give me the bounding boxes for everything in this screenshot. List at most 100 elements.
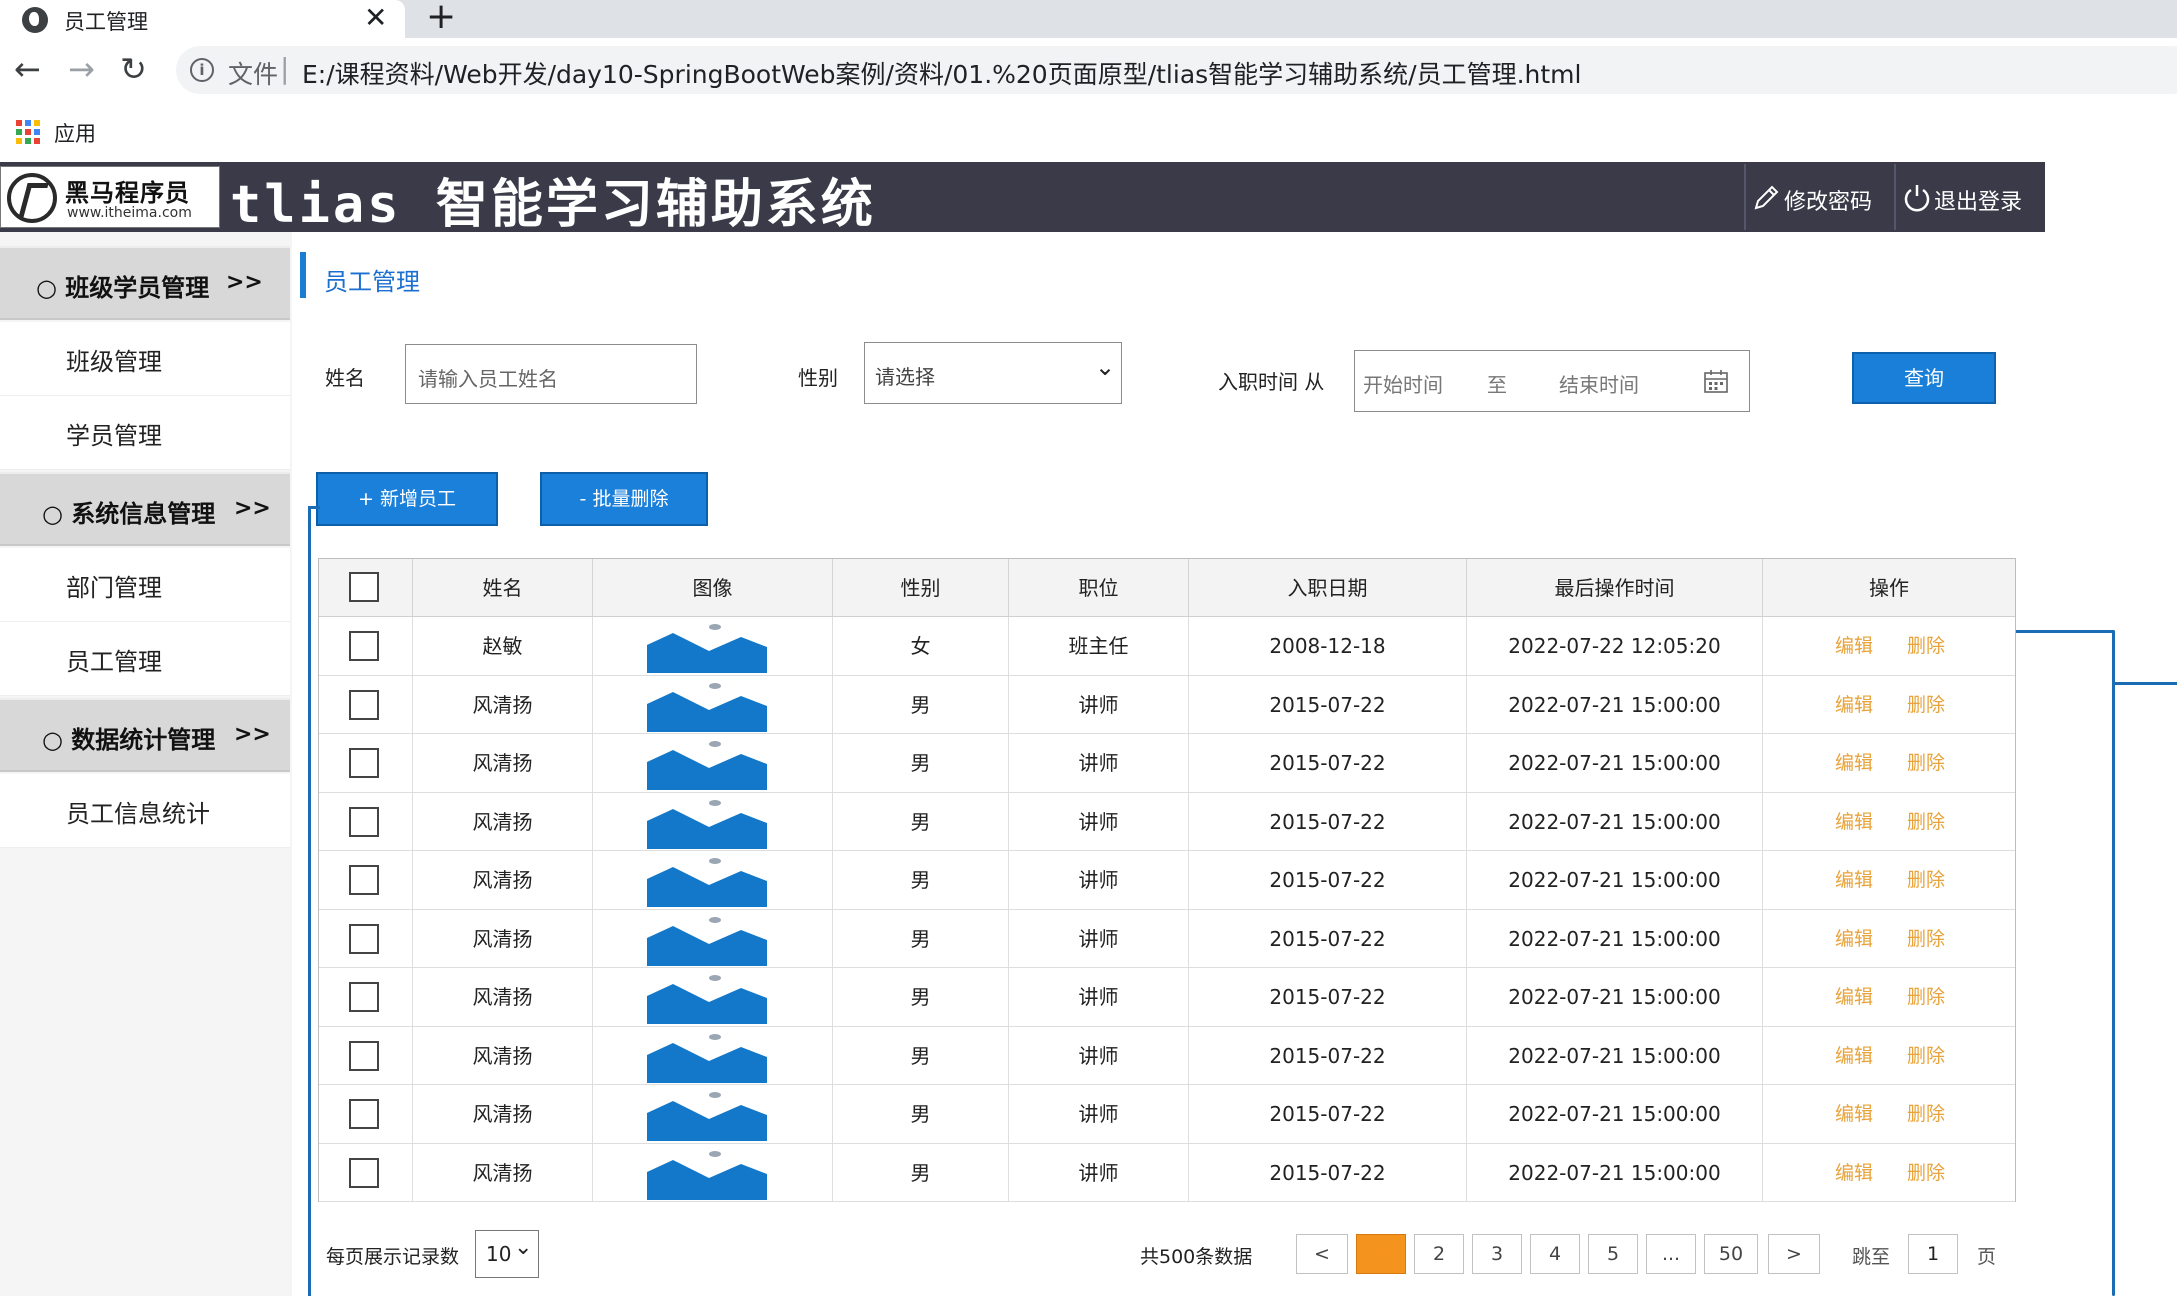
cell-actions: 编辑 删除 <box>1763 676 2015 735</box>
delete-link[interactable]: 删除 <box>1907 1144 1945 1202</box>
column-header-hire-date[interactable]: 入职日期 <box>1189 559 1467 617</box>
cell-hire-date: 2008-12-18 <box>1189 617 1467 676</box>
sidebar-group-statistics[interactable]: ○ 数据统计管理 >> <box>0 698 290 772</box>
cell-image <box>593 617 833 676</box>
browser-tab[interactable]: 员工管理 ✕ <box>0 0 405 38</box>
sidebar-item-employee-statistics[interactable]: 员工信息统计 <box>0 774 290 848</box>
address-bar[interactable]: i 文件 | E:/课程资料/Web开发/day10-SpringBootWeb… <box>176 46 2177 94</box>
cell-select <box>319 909 413 968</box>
edit-link[interactable]: 编辑 <box>1835 676 1873 734</box>
sidebar-item-label: 部门管理 <box>66 574 162 602</box>
back-arrow-icon[interactable]: ← <box>14 50 41 88</box>
table-row: 风清扬男讲师 2015-07-22 2022-07-21 15:00:00 编辑 删除 <box>319 734 2015 793</box>
row-checkbox[interactable] <box>349 982 379 1012</box>
logout-button[interactable]: 退出登录 <box>1894 164 2044 230</box>
sidebar-item-student-management[interactable]: 学员管理 <box>0 396 290 470</box>
cell-name: 风清扬 <box>413 734 593 793</box>
row-checkbox[interactable] <box>349 689 379 720</box>
row-checkbox[interactable] <box>349 1099 379 1129</box>
page-button[interactable]: 4 <box>1530 1234 1580 1274</box>
edit-link[interactable]: 编辑 <box>1835 910 1873 968</box>
add-employee-button[interactable]: + 新增员工 <box>316 472 498 526</box>
column-header-updated[interactable]: 最后操作时间 <box>1467 559 1763 617</box>
sidebar-item-class-management[interactable]: 班级管理 <box>0 322 290 396</box>
column-header-position[interactable]: 职位 <box>1009 559 1189 617</box>
prev-page-button[interactable]: < <box>1296 1234 1348 1274</box>
close-tab-icon[interactable]: ✕ <box>364 1 387 34</box>
delete-link[interactable]: 删除 <box>1907 1085 1945 1143</box>
delete-link[interactable]: 删除 <box>1907 676 1945 734</box>
row-checkbox[interactable] <box>349 1157 379 1188</box>
sidebar-group-class-students[interactable]: ○ 班级学员管理 >> <box>0 246 290 320</box>
delete-link[interactable]: 删除 <box>1907 968 1945 1026</box>
table-row: 风清扬男讲师 2015-07-22 2022-07-21 15:00:00 编辑 删除 <box>319 675 2015 735</box>
name-filter-input[interactable]: 请输入员工姓名 <box>405 344 697 404</box>
cell-position: 讲师 <box>1009 909 1189 968</box>
page-ellipsis: ... <box>1646 1234 1696 1274</box>
page-button[interactable]: 3 <box>1472 1234 1522 1274</box>
page-button[interactable]: 1 <box>1356 1234 1406 1274</box>
cell-image <box>593 734 833 793</box>
forward-arrow-icon[interactable]: → <box>68 50 95 88</box>
sidebar-item-department-management[interactable]: 部门管理 <box>0 548 290 622</box>
batch-delete-button[interactable]: - 批量删除 <box>540 472 708 526</box>
table-row: 赵敏女班主任 2008-12-18 2022-07-22 12:05:20 编辑 删除 <box>319 617 2015 676</box>
jump-page-input[interactable]: 1 <box>1908 1234 1958 1274</box>
edit-link[interactable]: 编辑 <box>1835 734 1873 792</box>
edit-link[interactable]: 编辑 <box>1835 1085 1873 1143</box>
edit-link[interactable]: 编辑 <box>1835 1144 1873 1202</box>
cell-hire-date: 2015-07-22 <box>1189 1026 1467 1085</box>
page-button[interactable]: 50 <box>1704 1234 1758 1274</box>
row-checkbox[interactable] <box>349 748 379 778</box>
new-tab-button[interactable]: + <box>426 0 456 37</box>
row-checkbox[interactable] <box>349 806 379 837</box>
employee-photo-icon <box>647 916 767 966</box>
gender-filter-select[interactable]: 请选择 ⌄ <box>864 342 1122 404</box>
delete-link[interactable]: 删除 <box>1907 851 1945 909</box>
column-header-name[interactable]: 姓名 <box>413 559 593 617</box>
apps-grid-icon[interactable] <box>16 120 40 144</box>
change-password-button[interactable]: 修改密码 <box>1744 164 1892 230</box>
edit-link[interactable]: 编辑 <box>1835 617 1873 675</box>
page-button[interactable]: 2 <box>1414 1234 1464 1274</box>
edit-link[interactable]: 编辑 <box>1835 968 1873 1026</box>
bracket-line <box>308 508 311 1296</box>
table-row: 风清扬男讲师 2015-07-22 2022-07-21 15:00:00 编辑 删除 <box>319 909 2015 968</box>
edit-link[interactable]: 编辑 <box>1835 793 1873 851</box>
row-checkbox[interactable] <box>349 865 379 895</box>
sidebar-item-label: 员工信息统计 <box>66 800 210 828</box>
app-title: tlias 智能学习辅助系统 <box>230 175 876 235</box>
select-all-checkbox[interactable] <box>349 572 379 602</box>
hire-date-range-picker[interactable]: 开始时间 至 结束时间 <box>1354 350 1750 412</box>
sidebar-group-system-info[interactable]: ○ 系统信息管理 >> <box>0 472 290 546</box>
page-button[interactable]: 5 <box>1588 1234 1638 1274</box>
start-date-placeholder[interactable]: 开始时间 <box>1363 369 1443 398</box>
delete-link[interactable]: 删除 <box>1907 1027 1945 1085</box>
edit-link[interactable]: 编辑 <box>1835 851 1873 909</box>
table-row: 风清扬男讲师 2015-07-22 2022-07-21 15:00:00 编辑 删除 <box>319 1026 2015 1085</box>
url-text[interactable]: E:/课程资料/Web开发/day10-SpringBootWeb案例/资料/0… <box>302 55 1581 91</box>
app-header: 黑马程序员 www.itheima.com tlias 智能学习辅助系统 修改密… <box>0 162 2045 235</box>
page-size-select[interactable]: 10 ⌄ <box>475 1230 539 1278</box>
url-separator: | <box>280 52 290 85</box>
info-icon[interactable]: i <box>190 58 214 82</box>
reload-icon[interactable]: ↻ <box>120 50 147 88</box>
bookmark-apps[interactable]: 应用 <box>54 118 96 148</box>
delete-link[interactable]: 删除 <box>1907 793 1945 851</box>
employee-photo-icon <box>647 799 767 849</box>
breadcrumb-marker <box>300 252 306 298</box>
edit-link[interactable]: 编辑 <box>1835 1027 1873 1085</box>
delete-link[interactable]: 删除 <box>1907 910 1945 968</box>
column-header-gender[interactable]: 性别 <box>833 559 1009 617</box>
next-page-button[interactable]: > <box>1768 1234 1820 1274</box>
row-checkbox[interactable] <box>349 631 379 661</box>
row-checkbox[interactable] <box>349 1040 379 1071</box>
calendar-icon[interactable] <box>1703 369 1729 395</box>
row-checkbox[interactable] <box>349 923 379 954</box>
query-button[interactable]: 查询 <box>1852 352 1996 404</box>
delete-link[interactable]: 删除 <box>1907 734 1945 792</box>
delete-link[interactable]: 删除 <box>1907 617 1945 675</box>
sidebar-item-employee-management[interactable]: 员工管理 <box>0 622 290 696</box>
cell-actions: 编辑 删除 <box>1763 617 2015 676</box>
end-date-placeholder[interactable]: 结束时间 <box>1559 369 1639 398</box>
